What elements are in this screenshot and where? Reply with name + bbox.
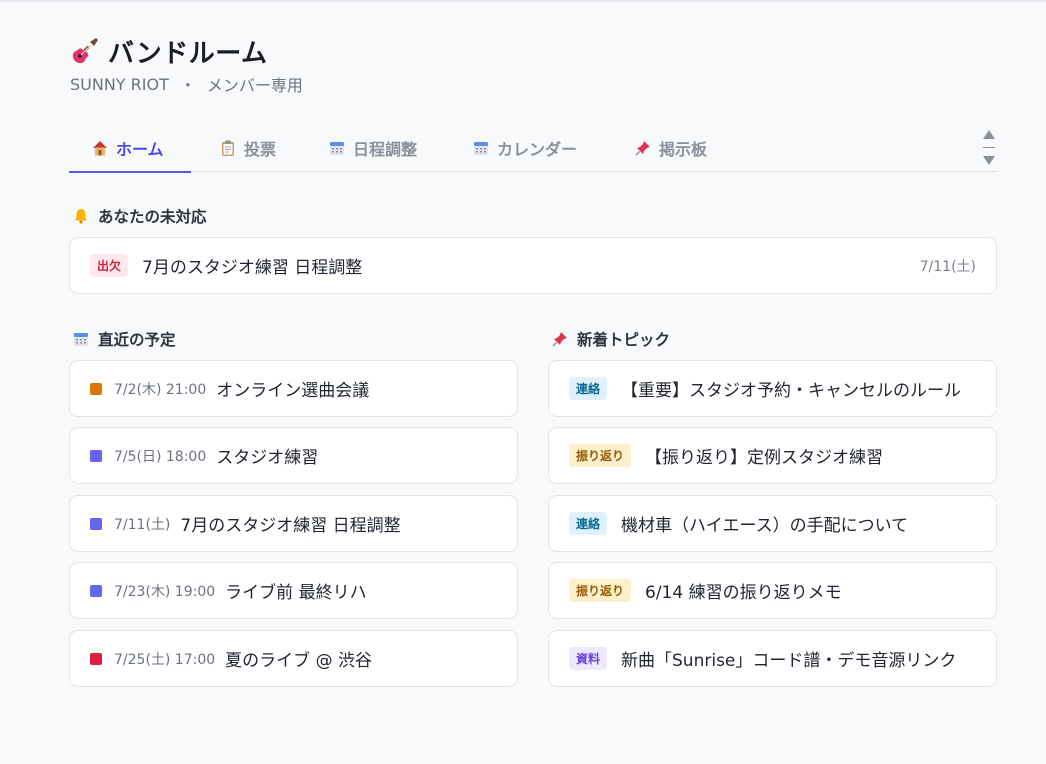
pushpin-icon: [552, 332, 567, 347]
tab-vote-label: 投票: [244, 140, 277, 159]
pending-item-title: 7月のスタジオ練習 日程調整: [142, 258, 363, 278]
topic-item[interactable]: 連絡 【重要】スタジオ予約・キャンセルのルール: [548, 360, 997, 417]
topic-item[interactable]: 連絡 機材車（ハイエース）の手配について: [548, 495, 997, 552]
subtitle-separator: ・: [179, 76, 196, 95]
calendar-icon: [74, 333, 88, 346]
topic-item[interactable]: 資料 新曲「Sunrise」コード譜・デモ音源リンク: [548, 630, 997, 687]
tab-board-label: 掲示板: [659, 140, 708, 159]
pending-section-title: あなたの未対応: [72, 205, 207, 227]
event-title: 夏のライブ @ 渋谷: [225, 651, 372, 671]
pending-item[interactable]: 出欠 7月のスタジオ練習 日程調整 7/11(土): [69, 237, 997, 294]
event-title: オンライン選曲会議: [216, 381, 370, 401]
topics-section-title: 新着トピック: [551, 328, 670, 350]
event-color-marker: [90, 517, 102, 530]
event-time: 7/5(日) 18:00: [114, 448, 207, 465]
event-item[interactable]: 7/5(日) 18:00 スタジオ練習: [69, 427, 518, 484]
schedule-section-title: 直近の予定: [72, 328, 176, 350]
tab-home[interactable]: ホーム: [69, 124, 191, 173]
scroll-divider: [983, 147, 995, 148]
app-subtitle: SUNNY RIOT ・ メンバー専用: [70, 72, 303, 96]
pushpin-icon: [635, 141, 650, 156]
event-color-marker: [90, 382, 102, 395]
tab-schedule-adjust[interactable]: 日程調整: [306, 124, 439, 172]
app-title: バンドルーム: [108, 38, 268, 69]
event-time: 7/2(木) 21:00: [114, 381, 207, 398]
pending-item-date: 7/11(土): [919, 258, 976, 275]
topic-category-badge: 連絡: [569, 377, 608, 400]
event-item[interactable]: 7/11(土) 7月のスタジオ練習 日程調整: [69, 495, 518, 552]
member-label: メンバー専用: [206, 76, 303, 95]
top-border: [0, 0, 1046, 2]
tab-home-label: ホーム: [116, 140, 164, 159]
event-color-marker: [90, 584, 102, 597]
topic-title: 【重要】スタジオ予約・キャンセルのルール: [621, 381, 962, 401]
event-color-marker: [90, 652, 102, 665]
topic-title: 新曲「Sunrise」コード譜・デモ音源リンク: [621, 651, 957, 671]
topics-title-label: 新着トピック: [577, 331, 671, 349]
band-name: SUNNY RIOT: [70, 74, 169, 94]
topic-title: 機材車（ハイエース）の手配について: [621, 516, 909, 536]
tab-schedule-adjust-label: 日程調整: [353, 140, 418, 159]
tab-bar: ホーム 投票 日程調整 カレンダー 掲示板: [69, 124, 997, 173]
page-header: バンドルーム SUNNY RIOT ・ メンバー専用: [70, 33, 303, 96]
topic-title: 6/14 練習の振り返りメモ: [645, 583, 842, 603]
clipboard-icon: [222, 140, 234, 156]
event-title: 7月のスタジオ練習 日程調整: [180, 516, 401, 536]
topic-category-badge: 連絡: [569, 512, 608, 535]
calendar-icon: [474, 142, 488, 155]
calendar-icon: [330, 142, 344, 155]
topic-item[interactable]: 振り返り 6/14 練習の振り返りメモ: [548, 562, 997, 619]
topic-title: 【振り返り】定例スタジオ練習: [645, 448, 884, 468]
scroll-up-icon[interactable]: [983, 130, 995, 139]
event-item[interactable]: 7/2(木) 21:00 オンライン選曲会議: [69, 360, 518, 417]
event-time: 7/11(土): [114, 516, 171, 533]
event-time: 7/23(木) 19:00: [114, 583, 216, 600]
bell-icon: [75, 209, 87, 224]
guitar-icon: [72, 38, 98, 64]
scroll-down-icon[interactable]: [983, 156, 995, 165]
title-row: バンドルーム: [70, 33, 303, 69]
tab-calendar-label: カレンダー: [497, 140, 578, 159]
tab-calendar[interactable]: カレンダー: [450, 124, 599, 172]
schedule-title-label: 直近の予定: [98, 331, 176, 349]
pending-title-label: あなたの未対応: [98, 208, 207, 226]
event-time: 7/25(土) 17:00: [114, 651, 216, 668]
topic-item[interactable]: 振り返り 【振り返り】定例スタジオ練習: [548, 427, 997, 484]
tab-board[interactable]: 掲示板: [612, 124, 729, 172]
event-item[interactable]: 7/23(木) 19:00 ライブ前 最終リハ: [69, 562, 518, 619]
event-title: ライブ前 最終リハ: [225, 583, 367, 603]
event-item[interactable]: 7/25(土) 17:00 夏のライブ @ 渋谷: [69, 630, 518, 687]
event-color-marker: [90, 449, 102, 462]
tab-vote[interactable]: 投票: [197, 124, 298, 172]
topic-category-badge: 資料: [569, 647, 608, 670]
topic-category-badge: 振り返り: [569, 444, 632, 467]
event-title: スタジオ練習: [216, 448, 319, 468]
attendance-badge: 出欠: [90, 254, 129, 277]
tab-scroll-control[interactable]: [981, 130, 997, 168]
home-icon: [93, 141, 107, 156]
topic-category-badge: 振り返り: [569, 579, 632, 602]
